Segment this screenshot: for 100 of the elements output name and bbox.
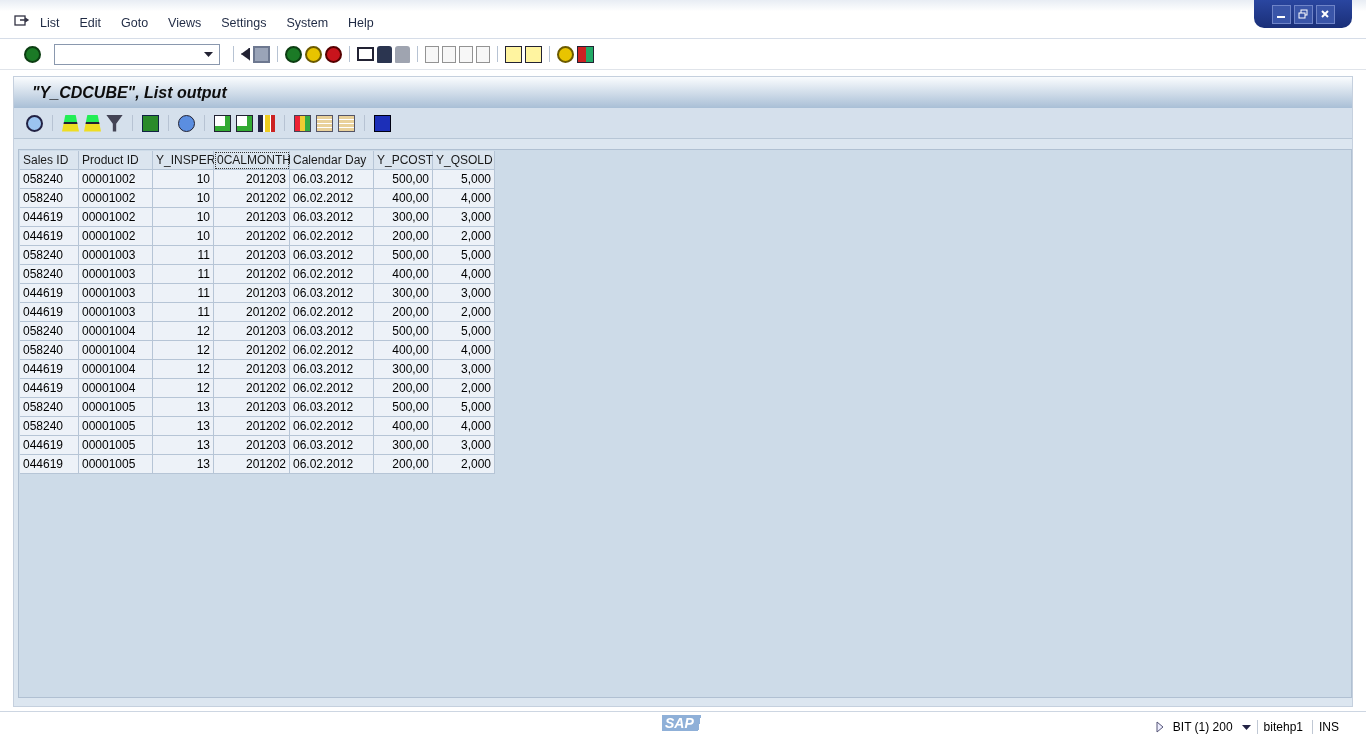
table-cell: 300,00 [374, 208, 433, 227]
table-cell: 4,000 [433, 265, 495, 284]
table-cell: 201203 [214, 360, 290, 379]
menu-item[interactable]: Help [348, 16, 374, 30]
column-header[interactable]: Product ID [79, 151, 153, 170]
menu-item[interactable]: Goto [121, 16, 149, 30]
table-cell: 12 [153, 360, 214, 379]
table-cell: 4,000 [433, 189, 495, 208]
table-cell: 044619 [20, 303, 79, 322]
table-cell: 300,00 [374, 360, 433, 379]
table-cell: 12 [153, 341, 214, 360]
table-cell: 06.02.2012 [290, 379, 374, 398]
table-cell: 2,000 [433, 227, 495, 246]
table-cell: 201203 [214, 170, 290, 189]
menu-item[interactable]: List [40, 16, 60, 30]
table-cell: 06.03.2012 [290, 208, 374, 227]
table-cell: 500,00 [374, 170, 433, 189]
table-cell: 10 [153, 208, 214, 227]
table-cell: 201202 [214, 379, 290, 398]
table-cell: 06.02.2012 [290, 455, 374, 474]
table-cell: 5,000 [433, 170, 495, 189]
table-cell: 044619 [20, 455, 79, 474]
table-cell: 058240 [20, 341, 79, 360]
table-cell: 400,00 [374, 189, 433, 208]
table-cell: 00001003 [79, 284, 153, 303]
restore-button[interactable] [1293, 4, 1313, 24]
column-header[interactable]: Y_PCOST [374, 151, 433, 170]
command-field[interactable] [54, 43, 220, 65]
table-cell: 10 [153, 170, 214, 189]
table-cell: 13 [153, 436, 214, 455]
close-button[interactable] [1315, 4, 1335, 24]
table-cell: 201203 [214, 284, 290, 303]
table-cell: 500,00 [374, 322, 433, 341]
table-cell: 06.03.2012 [290, 436, 374, 455]
menu-icon[interactable] [14, 14, 30, 28]
table-cell: 11 [153, 265, 214, 284]
table-cell: 500,00 [374, 246, 433, 265]
table-cell: 200,00 [374, 227, 433, 246]
table-cell: 058240 [20, 322, 79, 341]
table-cell: 058240 [20, 265, 79, 284]
menu-item[interactable]: Views [168, 16, 202, 30]
table-cell: 201202 [214, 455, 290, 474]
chart-icon[interactable] [258, 114, 275, 132]
column-header[interactable]: Calendar Day [290, 151, 374, 170]
table-cell: 300,00 [374, 284, 433, 303]
table-cell: 044619 [20, 227, 79, 246]
table-cell: 3,000 [433, 360, 495, 379]
dropdown-icon[interactable] [1241, 724, 1251, 730]
table-cell: 11 [153, 246, 214, 265]
table-cell: 400,00 [374, 265, 433, 284]
table-cell: 044619 [20, 284, 79, 303]
table-cell: 044619 [20, 208, 79, 227]
table-cell: 13 [153, 417, 214, 436]
table-cell: 4,000 [433, 417, 495, 436]
expand-triangle-icon[interactable] [1155, 721, 1164, 733]
dropdown-icon[interactable] [204, 51, 213, 57]
column-header[interactable]: Y_QSOLD [433, 151, 495, 170]
menu-item[interactable]: Settings [221, 16, 267, 30]
table-cell: 200,00 [374, 379, 433, 398]
table-cell: 12 [153, 322, 214, 341]
table-cell: 00001002 [79, 208, 153, 227]
column-header[interactable]: Sales ID [20, 151, 79, 170]
table-cell: 3,000 [433, 208, 495, 227]
table-cell: 00001005 [79, 436, 153, 455]
table-cell: 2,000 [433, 379, 495, 398]
table-cell: 058240 [20, 417, 79, 436]
table-cell: 201202 [214, 227, 290, 246]
minimize-icon [1277, 16, 1285, 18]
server-name: bitehp1 [1256, 720, 1306, 734]
table-cell: 13 [153, 398, 214, 417]
column-header[interactable]: Y_INSPER [153, 151, 214, 170]
table-cell: 201202 [214, 265, 290, 284]
table-cell: 201202 [214, 189, 290, 208]
table-cell: 06.02.2012 [290, 189, 374, 208]
table-cell: 3,000 [433, 436, 495, 455]
menu-item[interactable]: System [286, 16, 329, 30]
table-cell: 06.03.2012 [290, 322, 374, 341]
table-cell: 201203 [214, 208, 290, 227]
table-cell: 00001002 [79, 227, 153, 246]
table-cell: 058240 [20, 189, 79, 208]
table-cell: 300,00 [374, 436, 433, 455]
table-cell: 200,00 [374, 455, 433, 474]
table-cell: 06.02.2012 [290, 265, 374, 284]
table-cell: 201203 [214, 436, 290, 455]
table-cell: 3,000 [433, 284, 495, 303]
menu-item[interactable]: Edit [79, 16, 101, 30]
table-cell: 2,000 [433, 303, 495, 322]
table-cell: 5,000 [433, 246, 495, 265]
minimize-button[interactable] [1271, 4, 1291, 24]
table-cell: 00001004 [79, 341, 153, 360]
table-cell: 500,00 [374, 398, 433, 417]
table-cell: 044619 [20, 379, 79, 398]
table-cell: 00001004 [79, 379, 153, 398]
close-icon [1320, 9, 1330, 19]
screen-title: "Y_CDCUBE", List output [32, 83, 227, 102]
table-cell: 10 [153, 227, 214, 246]
table-cell: 201203 [214, 322, 290, 341]
column-header[interactable]: 0CALMONTH [214, 151, 290, 170]
table-cell: 044619 [20, 360, 79, 379]
restore-icon [1298, 9, 1308, 19]
